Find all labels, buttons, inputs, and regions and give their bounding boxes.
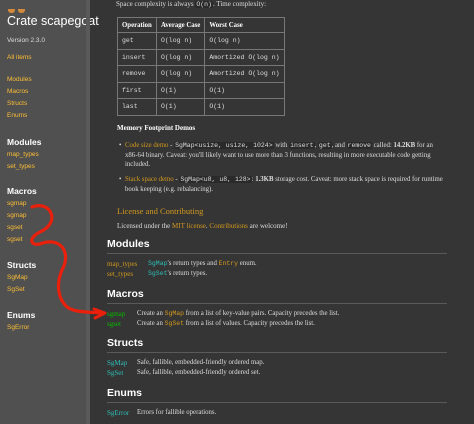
bullet-code-size: • Code size demo - SgMap<usize, usize, 1… <box>119 142 433 168</box>
section-divider <box>107 352 447 353</box>
sidebar-item-sgmap[interactable]: sgmap <box>7 200 27 207</box>
table-cell: O(log n) <box>155 32 206 50</box>
module-desc-set-types: SgSet's return types. <box>148 270 208 277</box>
code-size-demo-link[interactable]: Code size demo <box>125 142 168 149</box>
table-cell: O(1) <box>204 98 285 116</box>
module-link-map-types[interactable]: map_types <box>107 260 137 268</box>
macro-link-sgmap[interactable]: sgmap <box>107 310 125 318</box>
struct-link-sgset[interactable]: SgSet <box>107 369 123 377</box>
table-cell: last <box>117 98 157 116</box>
sidebar: Crate scapegoat Version 2.3.0 All items … <box>0 0 99 424</box>
complexity-table: Operation Average Case Worst Case get O(… <box>117 17 285 116</box>
table-row: last O(1) O(1) <box>117 98 285 116</box>
sidebar-link-macros[interactable]: Macros <box>7 88 28 95</box>
table-cell: O(log n) <box>155 65 206 83</box>
table-row: first O(1) O(1) <box>117 81 285 99</box>
sidebar-item-set-types[interactable]: set_types <box>7 163 35 170</box>
enum-link-sgerror[interactable]: SgError <box>107 409 129 417</box>
bullet-dot: • <box>119 176 122 183</box>
license-line: Licensed under the MIT license. Contribu… <box>117 222 288 230</box>
sidebar-item-sgmap-struct[interactable]: SgMap <box>7 274 28 281</box>
sidebar-link-modules[interactable]: Modules <box>7 76 32 83</box>
sidebar-item-sgset-struct[interactable]: SgSet <box>7 286 25 293</box>
module-link-set-types[interactable]: set_types <box>107 270 133 278</box>
sidebar-item-map-types[interactable]: map_types <box>7 151 39 158</box>
section-heading-structs[interactable]: Structs <box>107 337 143 349</box>
sidebar-item-sgerror[interactable]: SgError <box>7 324 29 331</box>
table-row: remove O(log n) Amortized O(log n) <box>117 65 285 83</box>
struct-desc-sgset: Safe, fallible, embedded-friendly ordere… <box>137 369 261 376</box>
macro-desc-sgmap: Create an SgMap from a list of key-value… <box>137 310 340 317</box>
macro-desc-sgset: Create an SgSet from a list of values. C… <box>137 320 315 327</box>
license-heading[interactable]: License and Contributing <box>117 206 203 216</box>
table-header-average: Average Case <box>155 17 206 33</box>
table-cell: Amortized O(log n) <box>204 48 285 66</box>
table-cell: insert <box>117 48 157 66</box>
struct-desc-sgmap: Safe, fallible, embedded-friendly ordere… <box>137 359 265 366</box>
memory-footprint-heading: Memory Footprint Demos <box>117 124 196 132</box>
table-row: insert O(log n) Amortized O(log n) <box>117 48 285 66</box>
struct-link-sgmap[interactable]: SgMap <box>107 359 127 367</box>
sidebar-item-sgset[interactable]: sgset <box>7 224 23 231</box>
table-header-operation: Operation <box>117 17 157 33</box>
table-cell: get <box>117 32 157 50</box>
table-cell: Amortized O(log n) <box>204 65 285 83</box>
contributions-link[interactable]: Contributions <box>209 222 248 230</box>
enum-desc-sgerror: Errors for fallible operations. <box>137 409 217 416</box>
all-items-link[interactable]: All items <box>7 54 32 61</box>
sidebar-link-enums[interactable]: Enums <box>7 112 27 119</box>
bullet-dot: • <box>119 142 122 149</box>
table-cell: O(1) <box>155 81 206 99</box>
section-divider <box>107 253 447 254</box>
sidebar-link-structs[interactable]: Structs <box>7 100 27 107</box>
table-cell: first <box>117 81 157 99</box>
section-divider <box>107 402 447 403</box>
mit-license-link[interactable]: MIT license <box>172 222 206 230</box>
table-header-worst: Worst Case <box>204 17 285 33</box>
space-complexity-line: Space complexity is always O(n). Time co… <box>116 0 267 8</box>
stack-space-demo-link[interactable]: Stack space demo <box>125 176 174 183</box>
crate-logo[interactable] <box>8 0 28 13</box>
table-row: get O(log n) O(log n) <box>117 32 285 50</box>
section-heading-enums[interactable]: Enums <box>107 387 142 399</box>
bullet-stack-space: • Stack space demo - SgMap<u8, u8, 128>:… <box>119 176 443 193</box>
table-cell: remove <box>117 65 157 83</box>
crate-version: Version 2.3.0 <box>7 37 45 44</box>
sidebar-heading-macros[interactable]: Macros <box>7 186 37 196</box>
section-heading-modules[interactable]: Modules <box>107 238 150 250</box>
module-desc-map-types: SgMap's return types and Entry enum. <box>148 260 257 267</box>
table-cell: O(1) <box>155 98 206 116</box>
sidebar-item-sgmap-2[interactable]: sgmap <box>7 212 27 219</box>
sidebar-heading-modules[interactable]: Modules <box>7 137 41 147</box>
macro-link-sgset[interactable]: sgset <box>107 320 121 328</box>
sidebar-heading-enums[interactable]: Enums <box>7 310 35 320</box>
table-cell: O(1) <box>204 81 285 99</box>
table-cell: O(log n) <box>204 32 285 50</box>
section-heading-macros[interactable]: Macros <box>107 288 144 300</box>
sidebar-heading-structs[interactable]: Structs <box>7 260 36 270</box>
section-divider <box>107 303 447 304</box>
crate-title[interactable]: Crate scapegoat <box>7 14 99 28</box>
table-cell: O(log n) <box>155 48 206 66</box>
sidebar-item-sgset-2[interactable]: sgset <box>7 236 23 243</box>
